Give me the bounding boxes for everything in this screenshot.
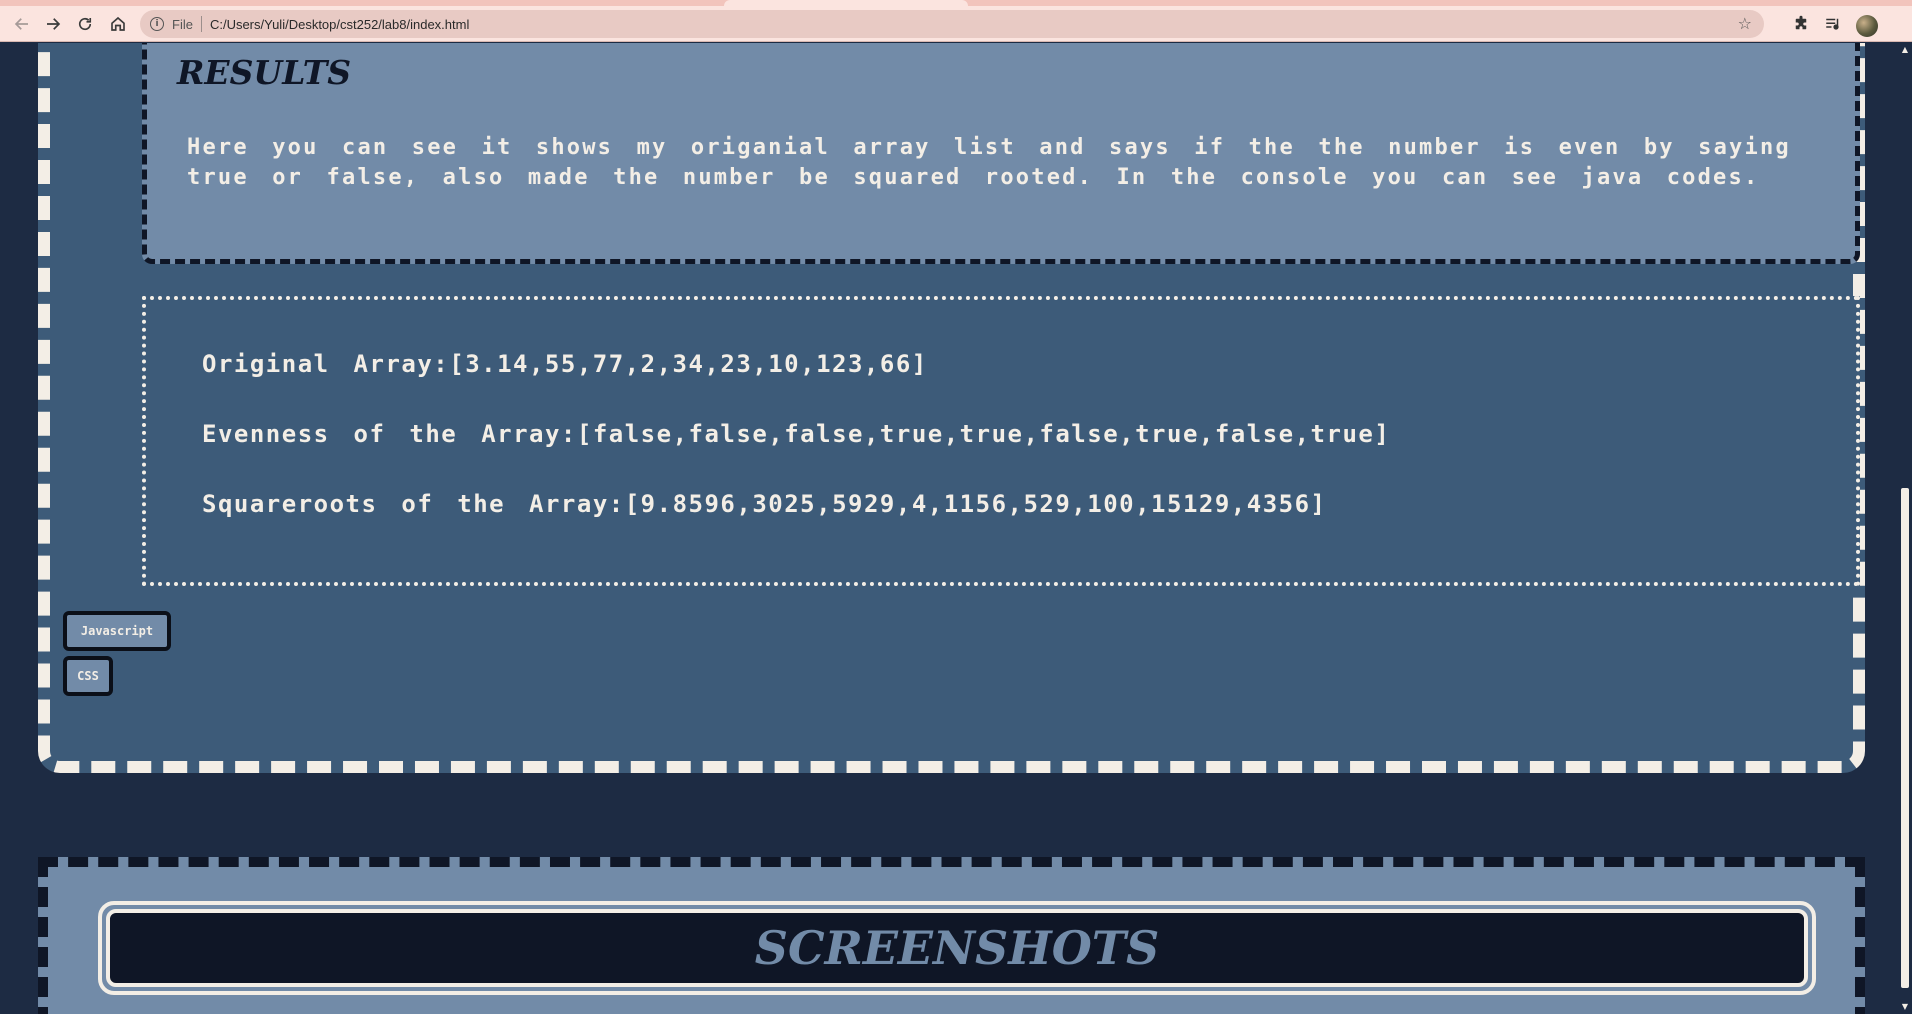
javascript-button[interactable]: Javascript	[63, 611, 171, 651]
scheme-label: File	[172, 16, 193, 32]
scroll-up-icon[interactable]: ▲	[1901, 45, 1909, 55]
original-array-text: Original Array:[3.14,55,77,2,34,23,10,12…	[202, 350, 928, 378]
divider	[200, 16, 202, 32]
star-icon[interactable]: ☆	[1738, 14, 1752, 33]
array-output-panel: Original Array:[3.14,55,77,2,34,23,10,12…	[142, 296, 1860, 586]
back-arrow-icon[interactable]	[10, 12, 34, 36]
info-icon[interactable]: i	[150, 17, 164, 31]
results-section: RESULTS Here you can see it shows my ori…	[38, 43, 1865, 773]
avatar[interactable]	[1856, 15, 1878, 37]
results-description: Here you can see it shows my origanial a…	[187, 135, 1791, 190]
scroll-down-icon[interactable]: ▼	[1901, 1002, 1909, 1012]
url-text[interactable]: C:/Users/Yuli/Desktop/cst252/lab8/index.…	[210, 17, 469, 32]
results-panel: RESULTS Here you can see it shows my ori…	[142, 43, 1860, 264]
address-bar[interactable]: i File C:/Users/Yuli/Desktop/cst252/lab8…	[140, 10, 1764, 38]
screenshots-section: SCREENSHOTS	[38, 857, 1865, 1014]
squareroots-array-text: Squareroots of the Array:[9.8596,3025,59…	[202, 490, 1327, 518]
media-queue-icon[interactable]	[1822, 13, 1844, 35]
evenness-array-text: Evenness of the Array:[false,false,false…	[202, 420, 1391, 448]
vertical-scrollbar[interactable]: ▲ ▼	[1898, 43, 1912, 1014]
screenshots-heading: SCREENSHOTS	[754, 921, 1160, 975]
home-icon[interactable]	[106, 12, 130, 36]
puzzle-icon[interactable]	[1790, 13, 1812, 35]
results-heading: RESULTS	[177, 53, 352, 92]
screenshots-header: SCREENSHOTS	[106, 909, 1808, 987]
screenshots-header-frame: SCREENSHOTS	[98, 901, 1816, 995]
scrollbar-thumb[interactable]	[1901, 488, 1909, 988]
page-viewport: RESULTS Here you can see it shows my ori…	[0, 43, 1898, 1014]
forward-arrow-icon[interactable]	[41, 12, 65, 36]
reload-icon[interactable]	[73, 12, 97, 36]
browser-toolbar: i File C:/Users/Yuli/Desktop/cst252/lab8…	[0, 6, 1912, 42]
css-button[interactable]: CSS	[63, 656, 113, 696]
